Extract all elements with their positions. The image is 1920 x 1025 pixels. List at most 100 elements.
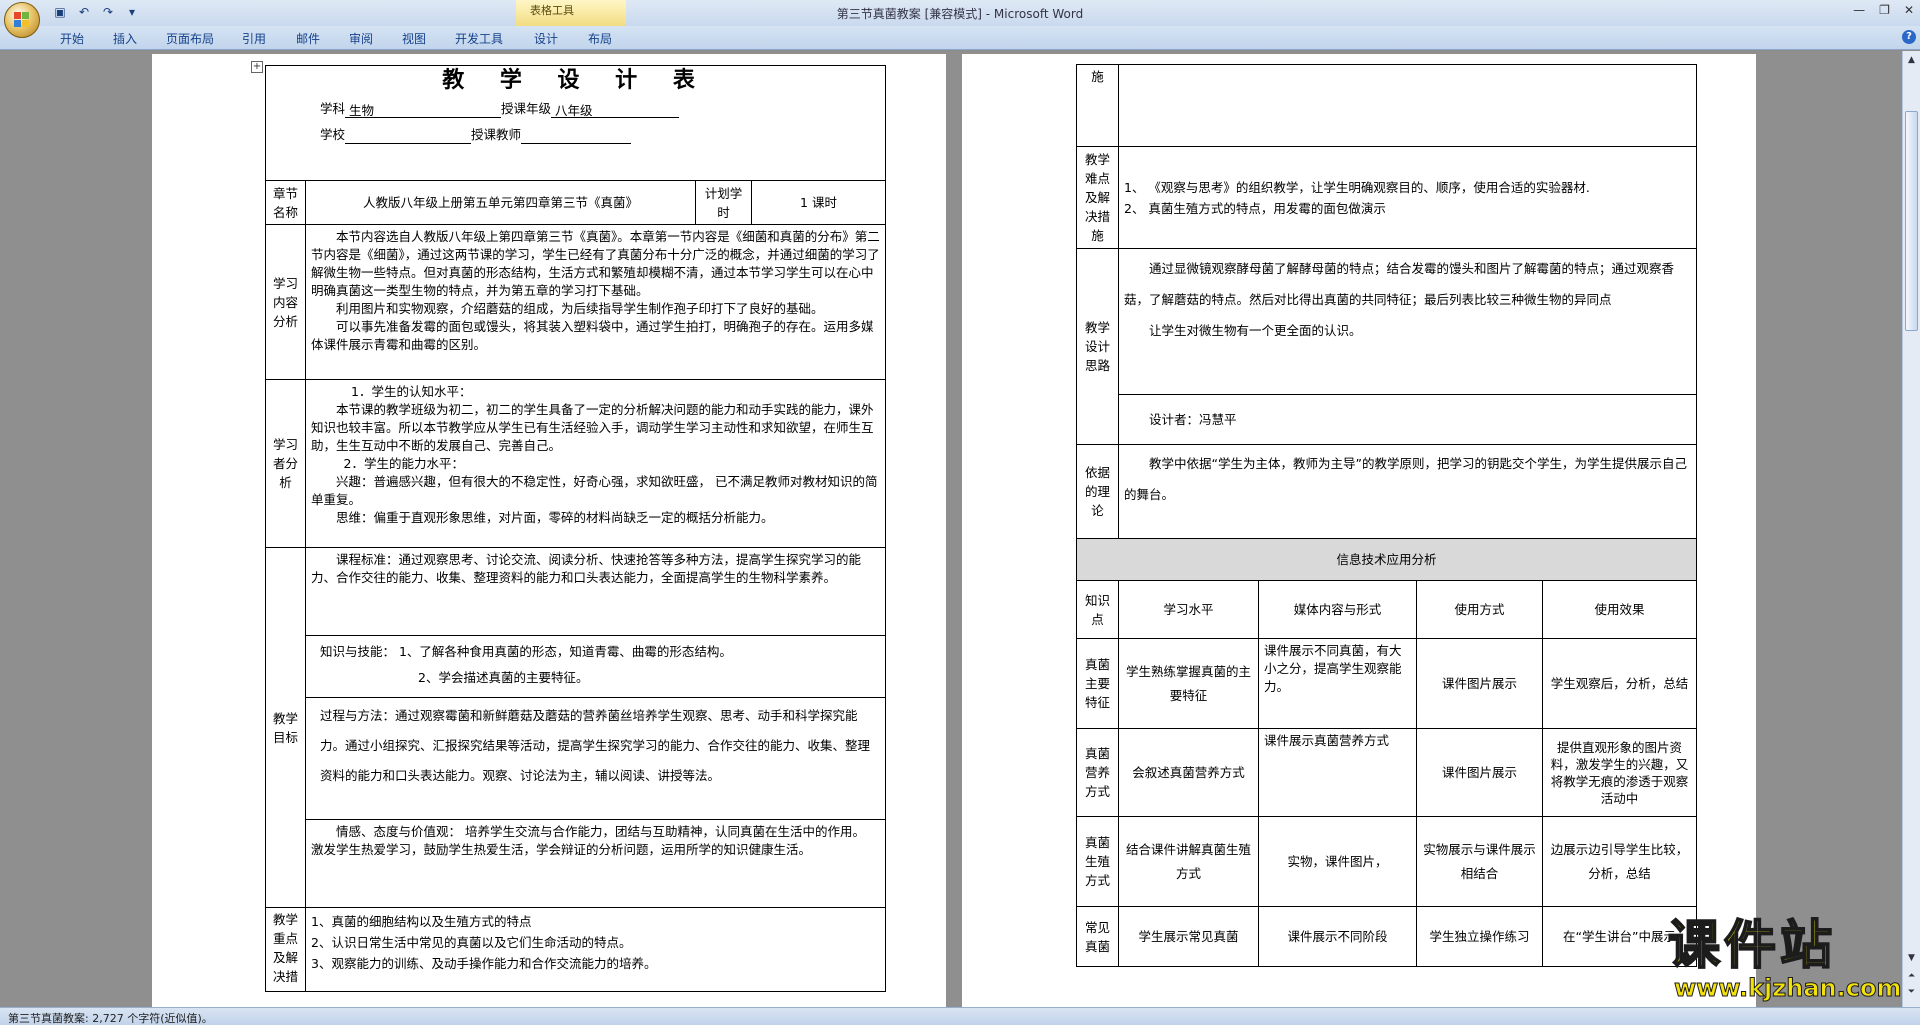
row-2-method[interactable]: 课件图片展示 (1416, 728, 1543, 817)
goal-standard-row: 教学目标 课程标准：通过观察思考、讨论交流、阅读分析、快速抢答等多种方法，提高学… (265, 547, 887, 908)
measures-cont-cell[interactable] (1118, 64, 1697, 147)
col-knowledge-point: 知识点 (1076, 580, 1119, 639)
teacher-label: 授课教师 (471, 127, 522, 142)
content-paragraph-1: 本节内容选自人教版八年级上第四章第三节《真菌》。本章第一节内容是《细菌和真菌的分… (311, 229, 880, 298)
row-1-method[interactable]: 课件图片展示 (1416, 638, 1543, 729)
content-analysis-row: 学习内容分析 本节内容选自人教版八年级上第四章第三节《真菌》。本章第一节内容是《… (265, 224, 887, 380)
minimize-icon[interactable]: — (1853, 3, 1865, 17)
goal-knowledge-cell[interactable]: 知识与技能： 1、了解各种食用真菌的形态，知道青霉、曲霉的形态结构。 2、学会描… (304, 635, 887, 698)
learner-analysis-cell[interactable]: 1．学生的认知水平： 本节课的教学班级为初二，初二的学生具备了一定的分析解决问题… (304, 379, 887, 548)
tab-page-layout[interactable]: 页面布局 (166, 30, 214, 47)
chapter-label: 章节名称 (265, 180, 306, 225)
learner-analysis-label: 学习者分析 (265, 379, 306, 548)
it-columns-row: 知识点 学习水平 媒体内容与形式 使用方式 使用效果 (1076, 580, 1697, 639)
school-value[interactable] (345, 128, 472, 144)
row-2-media[interactable]: 课件展示真菌营养方式 (1258, 728, 1417, 817)
row-4-level[interactable]: 学生展示常见真菌 (1118, 906, 1259, 967)
row-1-media[interactable]: 课件展示不同真菌，有大小之分，提高学生观察能力。 (1258, 638, 1417, 729)
row-1-level[interactable]: 学生熟练掌握真菌的主要特征 (1118, 638, 1259, 729)
measures-cont-label: 施 (1076, 64, 1119, 147)
title-bar: ▣ ↶ ↷ ▾ 表格工具 第三节真菌教案 [兼容模式] - Microsoft … (0, 0, 1920, 38)
tab-review[interactable]: 审阅 (349, 30, 373, 47)
chapter-value[interactable]: 人教版八年级上册第五单元第四章第三节《真菌》 (305, 180, 696, 225)
help-icon[interactable]: ? (1902, 30, 1916, 44)
window-title: 第三节真菌教案 [兼容模式] - Microsoft Word (836, 7, 1084, 21)
learner-paragraph-2: 兴趣：普遍感兴趣，但有很大的不稳定性，好奇心强，求知欲旺盛， 已不满足教师对教材… (311, 474, 878, 507)
key-points-cell[interactable]: 1、真菌的细胞结构以及生殖方式的特点 2、认识日常生活中常见的真菌以及它们生命活… (304, 907, 887, 992)
design-idea-row: 教学设计思路 通过显微镜观察酵母菌了解酵母菌的特点；结合发霉的馒头和图片了解霉菌… (1076, 248, 1697, 445)
subject-value[interactable]: 生物 (345, 102, 502, 118)
theory-paragraph: 教学中依据“学生为主体，教师为主导”的教学原则，把学习的钥匙交个学生，为学生提供… (1124, 456, 1687, 502)
design-table-page2: 施 教学难点及解决措施 1、 《观察与思考》的组织教学，让学生明确观察目的、顺序… (1076, 64, 1697, 967)
office-logo-icon (14, 12, 30, 28)
key-point-2: 2、认识日常生活中常见的真菌以及它们生命活动的特点。 (311, 935, 632, 950)
row-3-knowledge: 真菌生殖方式 (1076, 816, 1119, 907)
design-idea-cell[interactable]: 通过显微镜观察酵母菌了解酵母菌的特点；结合发霉的馒头和图片了解霉菌的特点；通过观… (1118, 248, 1697, 395)
row-1-knowledge: 真菌主要特征 (1076, 638, 1119, 729)
tab-table-layout[interactable]: 布局 (588, 30, 612, 47)
difficulty-label: 教学难点及解决措施 (1076, 146, 1119, 249)
scroll-up-icon[interactable]: ▲ (1905, 53, 1918, 67)
goal-process-cell[interactable]: 过程与方法：通过观察霉菌和新鲜蘑菇及蘑菇的营养菌丝培养学生观察、思考、动手和科学… (304, 697, 887, 820)
page-title: 教 学 设 计 表 (442, 68, 709, 93)
scrollbar-thumb[interactable] (1905, 111, 1918, 331)
design-idea-paragraph-2: 让学生对微生物有一个更全面的认识。 (1149, 323, 1362, 338)
period-value[interactable]: 1 课时 (750, 180, 887, 225)
status-bar: 第三节真菌教案: 2,727 个字符(近似值)。 (0, 1007, 1920, 1025)
content-paragraph-2: 利用图片和实物观察，介绍蘑菇的组成，为后续指导学生制作孢子印打下了良好的基础。 (336, 301, 824, 316)
key-point-1: 1、真菌的细胞结构以及生殖方式的特点 (311, 914, 532, 929)
row-2-effect[interactable]: 提供直观形象的图片资料，激发学生的兴趣，又将教学无痕的渗透于观察活动中 (1542, 728, 1697, 817)
table-move-handle-icon[interactable]: + (251, 61, 263, 73)
row-3-method[interactable]: 实物展示与课件展示相结合 (1416, 816, 1543, 907)
chapter-row: 章节名称 人教版八年级上册第五单元第四章第三节《真菌》 计划学时 1 课时 (265, 180, 887, 225)
grade-value[interactable]: 八年级 (551, 102, 680, 118)
difficulty-cell[interactable]: 1、 《观察与思考》的组织教学，让学生明确观察目的、顺序，使用合适的实验器材. … (1118, 146, 1697, 249)
tab-insert[interactable]: 插入 (113, 30, 137, 47)
col-learning-level: 学习水平 (1118, 580, 1259, 639)
design-table-page1: 教 学 设 计 表 学科 生物 授课年级 八年级 学校 授课教师 章节名称 人教版八年级… (264, 65, 887, 992)
tab-developer[interactable]: 开发工具 (455, 30, 503, 47)
table-row: 真菌生殖方式 结合课件讲解真菌生殖方式 实物，课件图片， 实物展示与课件展示相结… (1076, 816, 1697, 907)
tab-mailings[interactable]: 邮件 (296, 30, 320, 47)
table-row: 常见真菌 学生展示常见真菌 课件展示不同阶段 学生独立操作练习 在“学生讲台”中… (1076, 906, 1697, 967)
theory-row: 依据的理论 教学中依据“学生为主体，教师为主导”的教学原则，把学习的钥匙交个学生… (1076, 444, 1697, 539)
difficulty-row: 教学难点及解决措施 1、 《观察与思考》的组织教学，让学生明确观察目的、顺序，使… (1076, 146, 1697, 249)
watermark-url: www.kjzhan.com (1674, 974, 1902, 1003)
tab-table-design[interactable]: 设计 (534, 30, 558, 47)
goal-process-row: 过程与方法：通过观察霉菌和新鲜蘑菇及蘑菇的营养菌丝培养学生观察、思考、动手和科学… (266, 697, 887, 820)
row-3-effect[interactable]: 边展示边引导学生比较，分析，总结 (1542, 816, 1697, 907)
goal-standard-cell[interactable]: 课程标准：通过观察思考、讨论交流、阅读分析、快速抢答等多种方法，提高学生探究学习… (304, 547, 887, 636)
teacher-value[interactable] (521, 128, 632, 144)
office-button[interactable] (4, 2, 40, 38)
table-row: 真菌营养方式 会叙述真菌营养方式 课件展示真菌营养方式 课件图片展示 提供直观形… (1076, 728, 1697, 817)
row-3-media[interactable]: 实物，课件图片， (1258, 816, 1417, 907)
row-3-level[interactable]: 结合课件讲解真菌生殖方式 (1118, 816, 1259, 907)
close-icon[interactable]: ✕ (1904, 3, 1914, 17)
ribbon-tab-row: 开始 插入 页面布局 引用 邮件 审阅 视图 开发工具 设计 布局 ? (0, 26, 1920, 50)
row-1-effect[interactable]: 学生观察后，分析，总结 (1542, 638, 1697, 729)
vertical-scrollbar[interactable]: ▲ ▼ ⏶ ⏷ (1902, 51, 1920, 1007)
row-2-level[interactable]: 会叙述真菌营养方式 (1118, 728, 1259, 817)
tab-home[interactable]: 开始 (60, 30, 84, 47)
content-analysis-cell[interactable]: 本节内容选自人教版八年级上第四章第三节《真菌》。本章第一节内容是《细菌和真菌的分… (304, 224, 887, 380)
theory-cell[interactable]: 教学中依据“学生为主体，教师为主导”的教学原则，把学习的钥匙交个学生，为学生提供… (1118, 444, 1697, 539)
header-row: 教 学 设 计 表 学科 生物 授课年级 八年级 学校 授课教师 (264, 65, 887, 181)
tab-references[interactable]: 引用 (242, 30, 266, 47)
learner-paragraph-3: 思维：偏重于直观形象思维，对片面，零碎的材料尚缺乏一定的概括分析能力。 (336, 510, 774, 525)
goal-knowledge-text-1: 知识与技能： 1、了解各种食用真菌的形态，知道青霉、曲霉的形态结构。 (320, 644, 732, 659)
table-row: 真菌主要特征 学生熟练掌握真菌的主要特征 课件展示不同真菌，有大小之分，提高学生… (1076, 638, 1697, 729)
content-paragraph-3: 可以事先准备发霉的面包或馒头，将其装入塑料袋中，通过学生拍打，明确孢子的存在。运… (311, 319, 874, 352)
maximize-icon[interactable]: ❐ (1879, 3, 1890, 17)
difficulty-2: 2、 真菌生殖方式的特点，用发霉的面包做演示 (1124, 200, 1386, 216)
learner-paragraph-1: 本节课的教学班级为初二，初二的学生具备了一定的分析解决问题的能力和动手实践的能力… (311, 402, 874, 453)
status-text: 第三节真菌教案: 2,727 个字符(近似值)。 (8, 1012, 213, 1025)
window-controls: — ❐ ✕ (1853, 3, 1914, 17)
it-analysis-header: 信息技术应用分析 (1076, 538, 1697, 581)
row-4-method[interactable]: 学生独立操作练习 (1416, 906, 1543, 967)
row-4-media[interactable]: 课件展示不同阶段 (1258, 906, 1417, 967)
designer-cell[interactable]: 设计者：冯慧平 (1118, 394, 1697, 445)
goal-standard-text: 课程标准：通过观察思考、讨论交流、阅读分析、快速抢答等多种方法，提高学生探究学习… (311, 552, 862, 585)
goal-emotion-cell[interactable]: 情感、态度与价值观： 培养学生交流与合作能力，团结与互助精神，认同真菌在生活中的… (304, 819, 887, 908)
tab-view[interactable]: 视图 (402, 30, 426, 47)
goal-emotion-text: 情感、态度与价值观： 培养学生交流与合作能力，团结与互助精神，认同真菌在生活中的… (311, 824, 876, 857)
